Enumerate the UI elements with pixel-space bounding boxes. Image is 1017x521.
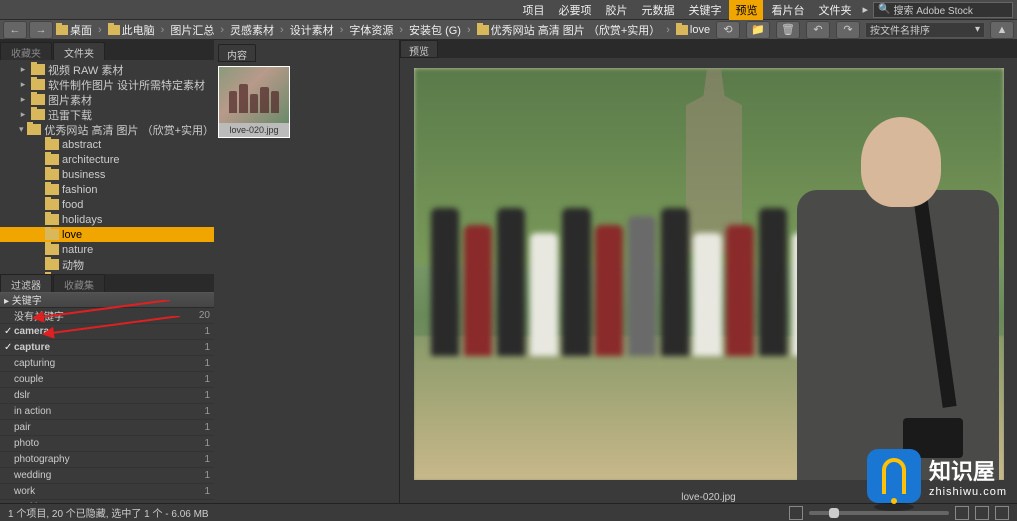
left-panel: 收藏夹 文件夹 ▸视频 RAW 素材▸软件制作图片 设计所需特定素材▸图片素材▸… — [0, 40, 214, 503]
menu-folders[interactable]: 文件夹 — [812, 0, 857, 20]
tab-collection[interactable]: 收藏集 — [53, 274, 105, 292]
tree-folder[interactable]: holidays — [0, 212, 214, 227]
thumbnail[interactable]: love-020.jpg — [218, 66, 290, 138]
slider-thumb[interactable] — [829, 508, 839, 518]
tree-folder[interactable]: 动物 — [0, 257, 214, 272]
rotate-cw-button[interactable]: ↷ — [836, 21, 860, 39]
lock-view-icon[interactable] — [975, 506, 989, 520]
nav-forward-button[interactable]: → — [29, 21, 53, 39]
filter-keyword[interactable]: working1 — [0, 500, 214, 504]
watermark-badge-icon — [867, 449, 921, 503]
filter-keyword[interactable]: ✓camera1 — [0, 324, 214, 340]
menu-preview[interactable]: 预览 — [729, 0, 763, 20]
menu-chevron-icon[interactable]: ▸ — [859, 3, 871, 16]
sort-dropdown[interactable]: 按文件名排序▾ — [865, 22, 985, 38]
grid-view-icon[interactable] — [955, 506, 969, 520]
filter-keyword[interactable]: photography1 — [0, 452, 214, 468]
thumbnail-image — [219, 67, 289, 123]
search-placeholder: 搜索 Adobe Stock — [893, 2, 972, 17]
filter-keyword[interactable]: dslr1 — [0, 388, 214, 404]
grid-small-icon[interactable] — [789, 506, 803, 520]
sort-asc-button[interactable]: ▲ — [990, 21, 1014, 39]
new-folder-button[interactable]: 📁 — [746, 21, 770, 39]
tree-folder[interactable]: love — [0, 227, 214, 242]
bc-desktop[interactable]: 桌面 — [54, 22, 94, 38]
left-tab-row: 收藏夹 文件夹 — [0, 40, 214, 60]
folder-icon — [477, 25, 489, 35]
nav-back-button[interactable]: ← — [3, 21, 27, 39]
tree-folder[interactable]: ▸图片素材 — [0, 92, 214, 107]
thumbnail-filename: love-020.jpg — [219, 123, 289, 137]
tab-filter[interactable]: 过滤器 — [0, 274, 52, 292]
filter-keyword[interactable]: capturing1 — [0, 356, 214, 372]
tab-favorites[interactable]: 收藏夹 — [0, 42, 52, 60]
filter-keyword[interactable]: work1 — [0, 484, 214, 500]
breadcrumb: ← → 桌面› 此电脑› 图片汇总› 灵感素材› 设计素材› 字体资源› 安装包… — [0, 20, 1017, 40]
menu-project[interactable]: 项目 — [516, 0, 550, 20]
thumbnail-panel: 内容 love-020.jpg — [214, 40, 400, 503]
bc-item[interactable]: 图片汇总 — [168, 22, 216, 38]
bc-item[interactable]: 优秀网站 高清 图片 （欣赏+实用） — [475, 22, 663, 38]
folder-icon — [676, 25, 688, 35]
tree-folder[interactable]: fashion — [0, 182, 214, 197]
content-column: 内容 love-020.jpg 预览 — [214, 40, 1017, 503]
search-input[interactable]: 🔍 搜索 Adobe Stock — [873, 2, 1013, 18]
top-menubar: 项目 必要项 胶片 元数据 关键字 预览 看片台 文件夹 ▸ 🔍 搜索 Adob… — [0, 0, 1017, 20]
filter-keyword[interactable]: photo1 — [0, 436, 214, 452]
tree-folder[interactable]: ▸迅雷下载 — [0, 107, 214, 122]
recent-button[interactable]: ⟲ — [716, 21, 740, 39]
menu-metadata[interactable]: 元数据 — [635, 0, 680, 20]
menu-keywords[interactable]: 关键字 — [682, 0, 727, 20]
preview-panel: 预览 — [400, 40, 1017, 503]
folder-icon — [56, 25, 68, 35]
computer-icon — [108, 25, 120, 35]
bc-item[interactable]: 安装包 (G) — [407, 22, 463, 38]
menu-lighttable[interactable]: 看片台 — [765, 0, 810, 20]
rotate-ccw-button[interactable]: ↶ — [806, 21, 830, 39]
filter-no-keywords[interactable]: 没有关键字20 — [0, 308, 214, 324]
trash-button[interactable]: 🗑 — [776, 21, 800, 39]
bc-item-current[interactable]: love — [674, 24, 712, 36]
tab-folders[interactable]: 文件夹 — [53, 42, 105, 60]
menu-required[interactable]: 必要项 — [552, 0, 597, 20]
thumb-size-slider[interactable] — [809, 511, 949, 515]
list-view-icon[interactable] — [995, 506, 1009, 520]
watermark-title: 知识屋 — [929, 454, 1007, 486]
watermark-url: zhishiwu.com — [929, 486, 1007, 498]
preview-image[interactable] — [414, 68, 1004, 480]
folder-tree: ▸视频 RAW 素材▸软件制作图片 设计所需特定素材▸图片素材▸迅雷下载▾优秀网… — [0, 60, 214, 274]
tree-folder[interactable]: business — [0, 167, 214, 182]
tree-folder[interactable]: ▸视频 RAW 素材 — [0, 62, 214, 77]
tree-folder[interactable]: architecture — [0, 152, 214, 167]
filter-panel: ▸ 关键字 没有关键字20 ✓camera1✓capture1capturing… — [0, 292, 214, 504]
tree-folder[interactable]: ▸软件制作图片 设计所需特定素材 — [0, 77, 214, 92]
filter-keyword[interactable]: pair1 — [0, 420, 214, 436]
bc-item[interactable]: 字体资源 — [347, 22, 395, 38]
search-icon: 🔍 — [878, 4, 890, 15]
tree-folder[interactable]: ▾优秀网站 高清 图片 （欣赏+实用） — [0, 122, 214, 137]
statusbar: 1 个项目, 20 个已隐藏, 选中了 1 个 - 6.06 MB — [0, 503, 1017, 521]
tree-folder[interactable]: food — [0, 197, 214, 212]
tree-folder[interactable]: abstract — [0, 137, 214, 152]
filter-keyword[interactable]: in action1 — [0, 404, 214, 420]
filter-tab-row: 过滤器 收藏集 — [0, 274, 214, 292]
filter-keyword[interactable]: couple1 — [0, 372, 214, 388]
bc-computer[interactable]: 此电脑 — [106, 22, 157, 38]
tab-content[interactable]: 内容 — [218, 44, 256, 62]
filter-header-keywords[interactable]: ▸ 关键字 — [0, 292, 214, 308]
tab-preview[interactable]: 预览 — [400, 40, 438, 58]
status-text: 1 个项目, 20 个已隐藏, 选中了 1 个 - 6.06 MB — [8, 505, 209, 520]
menu-film[interactable]: 胶片 — [599, 0, 633, 20]
bc-item[interactable]: 设计素材 — [288, 22, 336, 38]
filter-keyword[interactable]: wedding1 — [0, 468, 214, 484]
watermark: 知识屋 zhishiwu.com — [867, 449, 1007, 503]
bc-item[interactable]: 灵感素材 — [228, 22, 276, 38]
tree-folder[interactable]: nature — [0, 242, 214, 257]
filter-keyword[interactable]: ✓capture1 — [0, 340, 214, 356]
